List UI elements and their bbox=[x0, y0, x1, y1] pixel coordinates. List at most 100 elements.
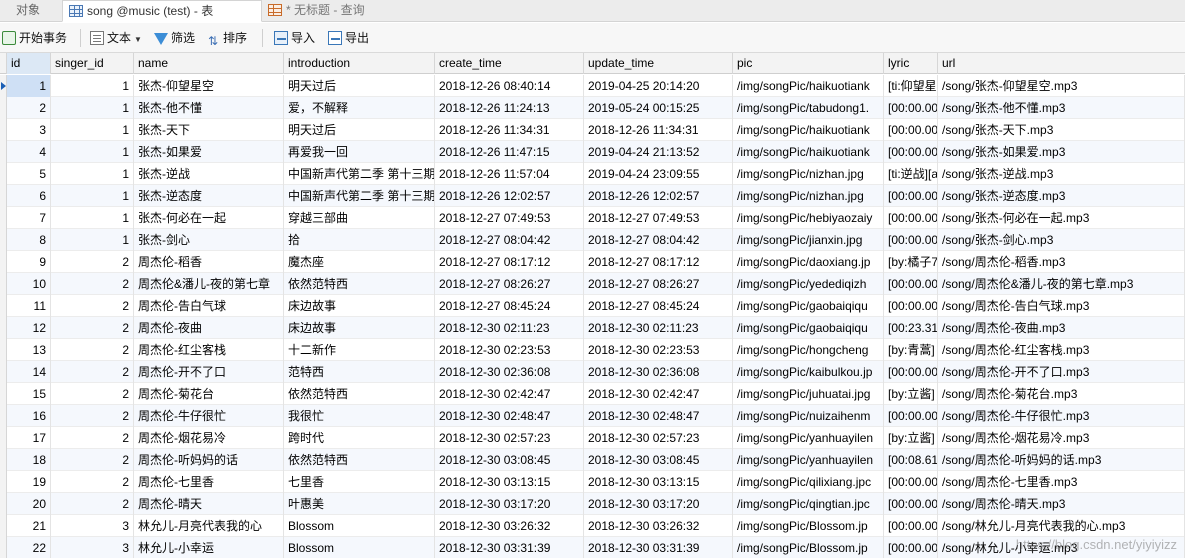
cell-singer-id[interactable]: 1 bbox=[51, 119, 134, 141]
tab-song-table[interactable]: song @music (test) - 表 bbox=[62, 0, 262, 22]
column-header-name[interactable]: name bbox=[134, 53, 284, 74]
cell-lyric[interactable]: [00:00.00 bbox=[884, 493, 938, 515]
cell-url[interactable]: /song/周杰伦-稻香.mp3 bbox=[938, 251, 1185, 273]
table-row[interactable]: 14 2 周杰伦-开不了口 范特西 2018-12-30 02:36:08 2018-12… bbox=[0, 361, 1185, 383]
cell-create-time[interactable]: 2018-12-30 02:11:23 bbox=[435, 317, 584, 339]
cell-pic[interactable]: /img/songPic/nizhan.jpg bbox=[733, 163, 884, 185]
cell-update-time[interactable]: 2018-12-30 02:23:53 bbox=[584, 339, 733, 361]
cell-update-time[interactable]: 2018-12-27 07:49:53 bbox=[584, 207, 733, 229]
cell-lyric[interactable]: [00:00.00 bbox=[884, 361, 938, 383]
table-row[interactable]: 13 2 周杰伦-红尘客栈 十二新作 2018-12-30 02:23:53 2018-1… bbox=[0, 339, 1185, 361]
row-selector[interactable] bbox=[0, 493, 7, 515]
cell-name[interactable]: 周杰伦-稻香 bbox=[134, 251, 284, 273]
cell-create-time[interactable]: 2018-12-30 03:31:39 bbox=[435, 537, 584, 558]
cell-update-time[interactable]: 2018-12-27 08:17:12 bbox=[584, 251, 733, 273]
cell-pic[interactable]: /img/songPic/gaobaiqiqu bbox=[733, 317, 884, 339]
row-selector[interactable] bbox=[0, 163, 7, 185]
table-row[interactable]: 20 2 周杰伦-晴天 叶惠美 2018-12-30 03:17:20 2018-12-3… bbox=[0, 493, 1185, 515]
cell-introduction[interactable]: 叶惠美 bbox=[284, 493, 435, 515]
row-selector[interactable] bbox=[0, 273, 7, 295]
cell-introduction[interactable]: Blossom bbox=[284, 515, 435, 537]
cell-update-time[interactable]: 2018-12-26 12:02:57 bbox=[584, 185, 733, 207]
cell-url[interactable]: /song/张杰-仰望星空.mp3 bbox=[938, 75, 1185, 97]
cell-name[interactable]: 张杰-仰望星空 bbox=[134, 75, 284, 97]
cell-singer-id[interactable]: 2 bbox=[51, 295, 134, 317]
cell-lyric[interactable]: [by:青蒿] bbox=[884, 339, 938, 361]
cell-singer-id[interactable]: 2 bbox=[51, 449, 134, 471]
cell-pic[interactable]: /img/songPic/Blossom.jp bbox=[733, 537, 884, 558]
chevron-down-icon[interactable]: ▼ bbox=[134, 35, 142, 44]
cell-id[interactable]: 15 bbox=[7, 383, 51, 405]
row-selector[interactable] bbox=[0, 251, 7, 273]
cell-name[interactable]: 张杰-剑心 bbox=[134, 229, 284, 251]
row-selector[interactable] bbox=[0, 185, 7, 207]
cell-url[interactable]: /song/周杰伦-牛仔很忙.mp3 bbox=[938, 405, 1185, 427]
cell-create-time[interactable]: 2018-12-30 03:17:20 bbox=[435, 493, 584, 515]
cell-introduction[interactable]: 明天过后 bbox=[284, 119, 435, 141]
cell-create-time[interactable]: 2018-12-30 03:08:45 bbox=[435, 449, 584, 471]
row-selector[interactable] bbox=[0, 537, 7, 558]
cell-singer-id[interactable]: 1 bbox=[51, 229, 134, 251]
cell-url[interactable]: /song/周杰伦-菊花台.mp3 bbox=[938, 383, 1185, 405]
row-selector[interactable] bbox=[0, 427, 7, 449]
cell-singer-id[interactable]: 3 bbox=[51, 515, 134, 537]
cell-create-time[interactable]: 2018-12-26 11:34:31 bbox=[435, 119, 584, 141]
cell-id[interactable]: 6 bbox=[7, 185, 51, 207]
table-row[interactable]: 6 1 张杰-逆态度 中国新声代第二季 第十三期 2018-12-26 12:02:57… bbox=[0, 185, 1185, 207]
cell-update-time[interactable]: 2018-12-26 11:34:31 bbox=[584, 119, 733, 141]
tab-untitled-query[interactable]: * 无标题 - 查询 bbox=[264, 0, 384, 22]
table-row[interactable]: 21 3 林允儿-月亮代表我的心 Blossom 2018-12-30 03:26:32… bbox=[0, 515, 1185, 537]
cell-name[interactable]: 周杰伦&潘儿-夜的第七章 bbox=[134, 273, 284, 295]
table-row[interactable]: 7 1 张杰-何必在一起 穿越三部曲 2018-12-27 07:49:53 2018-1… bbox=[0, 207, 1185, 229]
cell-lyric[interactable]: [00:00.00 bbox=[884, 185, 938, 207]
cell-update-time[interactable]: 2018-12-30 02:36:08 bbox=[584, 361, 733, 383]
cell-update-time[interactable]: 2018-12-27 08:45:24 bbox=[584, 295, 733, 317]
cell-pic[interactable]: /img/songPic/tabudong1. bbox=[733, 97, 884, 119]
table-row[interactable]: 9 2 周杰伦-稻香 魔杰座 2018-12-27 08:17:12 2018-12-27… bbox=[0, 251, 1185, 273]
cell-singer-id[interactable]: 2 bbox=[51, 493, 134, 515]
table-row[interactable]: 18 2 周杰伦-听妈妈的话 依然范特西 2018-12-30 03:08:45 2018… bbox=[0, 449, 1185, 471]
cell-create-time[interactable]: 2018-12-30 02:36:08 bbox=[435, 361, 584, 383]
cell-introduction[interactable]: 跨时代 bbox=[284, 427, 435, 449]
cell-name[interactable]: 周杰伦-开不了口 bbox=[134, 361, 284, 383]
cell-name[interactable]: 林允儿-月亮代表我的心 bbox=[134, 515, 284, 537]
cell-lyric[interactable]: [00:00.00 bbox=[884, 405, 938, 427]
cell-create-time[interactable]: 2018-12-27 07:49:53 bbox=[435, 207, 584, 229]
cell-name[interactable]: 张杰-天下 bbox=[134, 119, 284, 141]
cell-pic[interactable]: /img/songPic/nuizaihenm bbox=[733, 405, 884, 427]
cell-create-time[interactable]: 2018-12-30 03:13:15 bbox=[435, 471, 584, 493]
cell-name[interactable]: 周杰伦-告白气球 bbox=[134, 295, 284, 317]
cell-name[interactable]: 张杰-他不懂 bbox=[134, 97, 284, 119]
column-header-id[interactable]: id bbox=[7, 53, 51, 74]
export-button[interactable]: 导出 bbox=[328, 28, 369, 48]
column-header-url[interactable]: url bbox=[938, 53, 1185, 74]
cell-create-time[interactable]: 2018-12-26 11:24:13 bbox=[435, 97, 584, 119]
row-selector[interactable] bbox=[0, 75, 7, 97]
cell-update-time[interactable]: 2018-12-30 03:08:45 bbox=[584, 449, 733, 471]
cell-create-time[interactable]: 2018-12-26 08:40:14 bbox=[435, 75, 584, 97]
cell-id[interactable]: 12 bbox=[7, 317, 51, 339]
table-row[interactable]: 8 1 张杰-剑心拾 2018-12-27 08:04:42 2018-12-27 08… bbox=[0, 229, 1185, 251]
cell-singer-id[interactable]: 1 bbox=[51, 75, 134, 97]
cell-name[interactable]: 周杰伦-夜曲 bbox=[134, 317, 284, 339]
cell-pic[interactable]: /img/songPic/hongcheng bbox=[733, 339, 884, 361]
cell-pic[interactable]: /img/songPic/hebiyaozaiy bbox=[733, 207, 884, 229]
cell-lyric[interactable]: [00:00.00 bbox=[884, 229, 938, 251]
table-row[interactable]: 5 1 张杰-逆战 中国新声代第二季 第十三期 2018-12-26 11:57:04 2… bbox=[0, 163, 1185, 185]
cell-lyric[interactable]: [00:00.00 bbox=[884, 515, 938, 537]
cell-create-time[interactable]: 2018-12-30 02:42:47 bbox=[435, 383, 584, 405]
cell-id[interactable]: 21 bbox=[7, 515, 51, 537]
cell-pic[interactable]: /img/songPic/haikuotiank bbox=[733, 75, 884, 97]
cell-url[interactable]: /song/张杰-剑心.mp3 bbox=[938, 229, 1185, 251]
cell-singer-id[interactable]: 3 bbox=[51, 537, 134, 558]
cell-name[interactable]: 周杰伦-七里香 bbox=[134, 471, 284, 493]
cell-name[interactable]: 周杰伦-听妈妈的话 bbox=[134, 449, 284, 471]
cell-name[interactable]: 周杰伦-牛仔很忙 bbox=[134, 405, 284, 427]
cell-create-time[interactable]: 2018-12-30 02:23:53 bbox=[435, 339, 584, 361]
cell-name[interactable]: 张杰-如果爱 bbox=[134, 141, 284, 163]
cell-lyric[interactable]: [00:00.00 bbox=[884, 119, 938, 141]
cell-singer-id[interactable]: 2 bbox=[51, 273, 134, 295]
row-selector[interactable] bbox=[0, 339, 7, 361]
cell-id[interactable]: 16 bbox=[7, 405, 51, 427]
table-row[interactable]: 12 2 周杰伦-夜曲 床边故事 2018-12-30 02:11:23 2018-12-… bbox=[0, 317, 1185, 339]
